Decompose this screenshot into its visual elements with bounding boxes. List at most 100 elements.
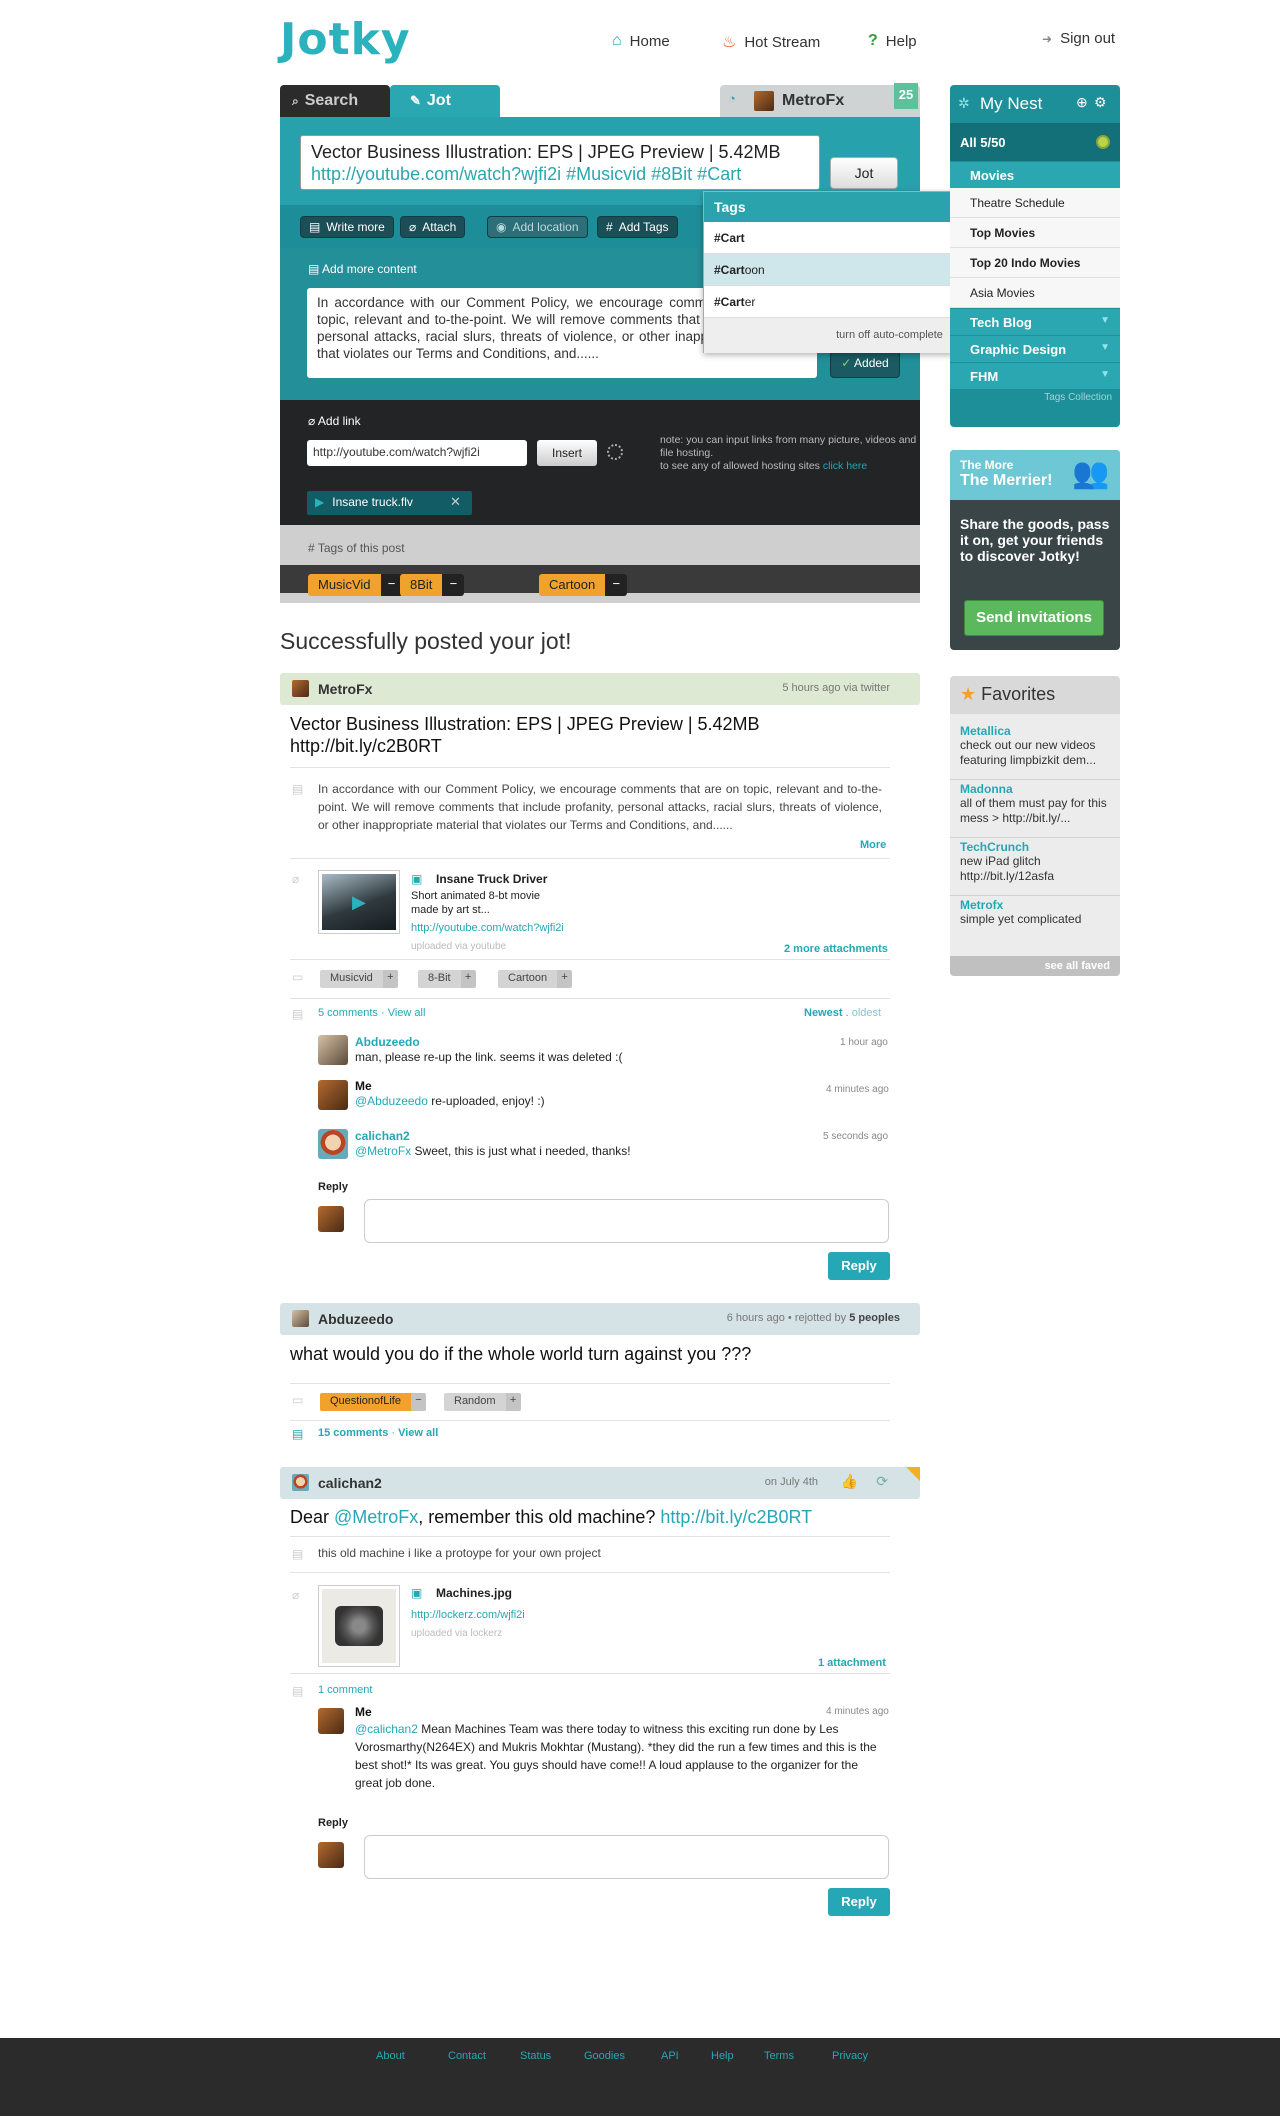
like-icon[interactable]: 👍 — [841, 1473, 858, 1490]
attachment-url[interactable]: http://youtube.com/watch?wjfi2i — [411, 922, 564, 934]
comments-count-link[interactable]: 5 comments — [318, 1007, 378, 1019]
add-tag-button[interactable]: + — [460, 970, 476, 988]
comments-count-link[interactable]: 15 comments — [318, 1427, 388, 1439]
comment-author[interactable]: Abduzeedo — [355, 1035, 420, 1049]
tab-search[interactable]: ⌕ Search — [280, 85, 390, 117]
notification-badge[interactable]: 25 — [894, 83, 918, 109]
comments-count-link[interactable]: 1 comment — [318, 1684, 372, 1696]
post-author[interactable]: calichan2 — [318, 1475, 382, 1491]
post-tag[interactable]: QuestionofLife − — [320, 1393, 426, 1411]
rejotted-count[interactable]: 5 peoples — [849, 1312, 900, 1324]
reply-button[interactable]: Reply — [828, 1252, 890, 1280]
favorite-name[interactable]: Metallica — [960, 724, 1110, 738]
more-link[interactable]: More — [860, 839, 886, 851]
favorite-item[interactable]: Metrofx simple yet complicated — [950, 898, 1120, 948]
footer-link-goodies[interactable]: Goodies — [584, 2050, 625, 2062]
remove-tag-button[interactable]: − — [442, 574, 465, 596]
attachment-url[interactable]: http://lockerz.com/wjfi2i — [411, 1609, 525, 1621]
favorite-name[interactable]: TechCrunch — [960, 840, 1110, 854]
add-location-button[interactable]: ◉ Add location — [487, 216, 588, 238]
send-invitations-button[interactable]: Send invitations — [964, 600, 1104, 636]
tag-suggestion[interactable]: #Cart — [704, 222, 984, 254]
comment-mention[interactable]: @calichan2 — [355, 1722, 418, 1736]
nav-hot-stream[interactable]: ♨ Hot Stream — [722, 32, 820, 52]
comment-author[interactable]: Me — [355, 1079, 372, 1093]
nest-category-graphic-design[interactable]: Graphic Design ▼ — [950, 335, 1120, 362]
attachment-title[interactable]: Insane Truck Driver — [436, 872, 547, 886]
jot-button[interactable]: Jot — [830, 157, 898, 189]
avatar[interactable] — [318, 1035, 348, 1065]
jot-input[interactable]: Vector Business Illustration: EPS | JPEG… — [300, 135, 820, 190]
tag-suggestion[interactable]: #Carter — [704, 286, 984, 318]
add-tag-button[interactable]: + — [382, 970, 398, 988]
jotky-logo[interactable]: Jotky — [280, 14, 411, 65]
post-tag[interactable]: Cartoon + — [498, 970, 573, 988]
view-all-link[interactable]: View all — [388, 1007, 426, 1019]
avatar[interactable] — [318, 1080, 348, 1110]
nest-category-fhm[interactable]: FHM ▼ — [950, 362, 1120, 389]
add-tag-button[interactable]: − — [410, 1393, 426, 1411]
nest-subitem[interactable]: Asia Movies — [950, 278, 1120, 308]
favorite-name[interactable]: Metrofx — [960, 898, 1110, 912]
image-thumbnail[interactable] — [318, 1585, 400, 1667]
close-icon[interactable]: ✕ — [450, 494, 461, 510]
rejot-icon[interactable]: ⟳ — [876, 1473, 888, 1490]
footer-link-api[interactable]: API — [661, 2050, 679, 2062]
autocomplete-toggle[interactable]: turn off auto-complete — [704, 318, 984, 353]
post-author[interactable]: Abduzeedo — [318, 1311, 393, 1327]
footer-link-status[interactable]: Status — [520, 2050, 551, 2062]
footer-link-help[interactable]: Help — [711, 2050, 734, 2062]
add-tag-button[interactable]: + — [505, 1393, 521, 1411]
reply-input[interactable] — [364, 1199, 889, 1243]
nest-subitem[interactable]: Top 20 Indo Movies — [950, 248, 1120, 278]
tags-collection-link[interactable]: Tags Collection — [950, 389, 1120, 407]
nest-all[interactable]: All 5/50 — [950, 123, 1120, 161]
footer-link-privacy[interactable]: Privacy — [832, 2050, 868, 2062]
view-all-link[interactable]: View all — [398, 1427, 438, 1439]
post-tag[interactable]: 8-Bit + — [418, 970, 476, 988]
comment-mention[interactable]: @MetroFx — [355, 1144, 411, 1158]
post-tag[interactable]: Random + — [444, 1393, 521, 1411]
nav-sign-out[interactable]: ➜ Sign out — [1042, 30, 1115, 47]
sort-oldest-link[interactable]: oldest — [852, 1007, 881, 1019]
tag-suggestion[interactable]: #Cartoon — [704, 254, 984, 286]
video-thumbnail[interactable]: ▶ — [318, 870, 400, 934]
attachments-count-link[interactable]: 1 attachment — [818, 1657, 886, 1669]
favorite-item[interactable]: Metallica check out our new videos featu… — [950, 724, 1120, 780]
comment-author[interactable]: calichan2 — [355, 1129, 410, 1143]
post-tag[interactable]: Musicvid + — [320, 970, 398, 988]
avatar[interactable] — [292, 1474, 309, 1491]
nest-category-tech-blog[interactable]: Tech Blog ▼ — [950, 308, 1120, 335]
avatar[interactable] — [318, 1129, 348, 1159]
nest-subitem[interactable]: Theatre Schedule — [950, 188, 1120, 218]
footer-link-contact[interactable]: Contact — [448, 2050, 486, 2062]
avatar[interactable] — [292, 680, 309, 697]
attachment-title[interactable]: Machines.jpg — [436, 1586, 512, 1600]
tab-jot[interactable]: ✎ Jot — [390, 85, 500, 117]
allowed-hosts-link[interactable]: click here — [823, 460, 867, 472]
attach-button[interactable]: ⌀ Attach — [400, 216, 466, 238]
tab-user[interactable]: ◔ MetroFx 25 — [720, 83, 920, 117]
comment-mention[interactable]: @Abduzeedo — [355, 1094, 428, 1108]
add-tag-button[interactable]: + — [557, 970, 573, 988]
nest-subitem[interactable]: Top Movies — [950, 218, 1120, 248]
nav-home[interactable]: ⌂ Home — [612, 32, 670, 50]
write-more-button[interactable]: ▤ Write more — [300, 216, 394, 238]
avatar[interactable] — [318, 1708, 344, 1734]
sort-newest-link[interactable]: Newest — [804, 1007, 843, 1019]
post-short-link[interactable]: http://bit.ly/c2B0RT — [660, 1507, 812, 1527]
insert-button[interactable]: Insert — [537, 440, 597, 466]
favorite-name[interactable]: Madonna — [960, 782, 1110, 796]
nav-help[interactable]: ? Help — [868, 32, 917, 50]
post-author[interactable]: MetroFx — [318, 681, 372, 697]
more-attachments-link[interactable]: 2 more attachments — [784, 943, 888, 955]
reply-button[interactable]: Reply — [828, 1888, 890, 1916]
nest-category-movies[interactable]: Movies — [950, 161, 1120, 188]
add-icon[interactable]: ⊕ — [1076, 94, 1088, 111]
favorite-item[interactable]: TechCrunch new iPad glitch http://bit.ly… — [950, 840, 1120, 896]
reply-input[interactable] — [364, 1835, 889, 1879]
post-short-link[interactable]: http://bit.ly/c2B0RT — [290, 736, 442, 757]
avatar[interactable] — [292, 1310, 309, 1327]
footer-link-terms[interactable]: Terms — [764, 2050, 794, 2062]
remove-tag-button[interactable]: − — [605, 574, 628, 596]
